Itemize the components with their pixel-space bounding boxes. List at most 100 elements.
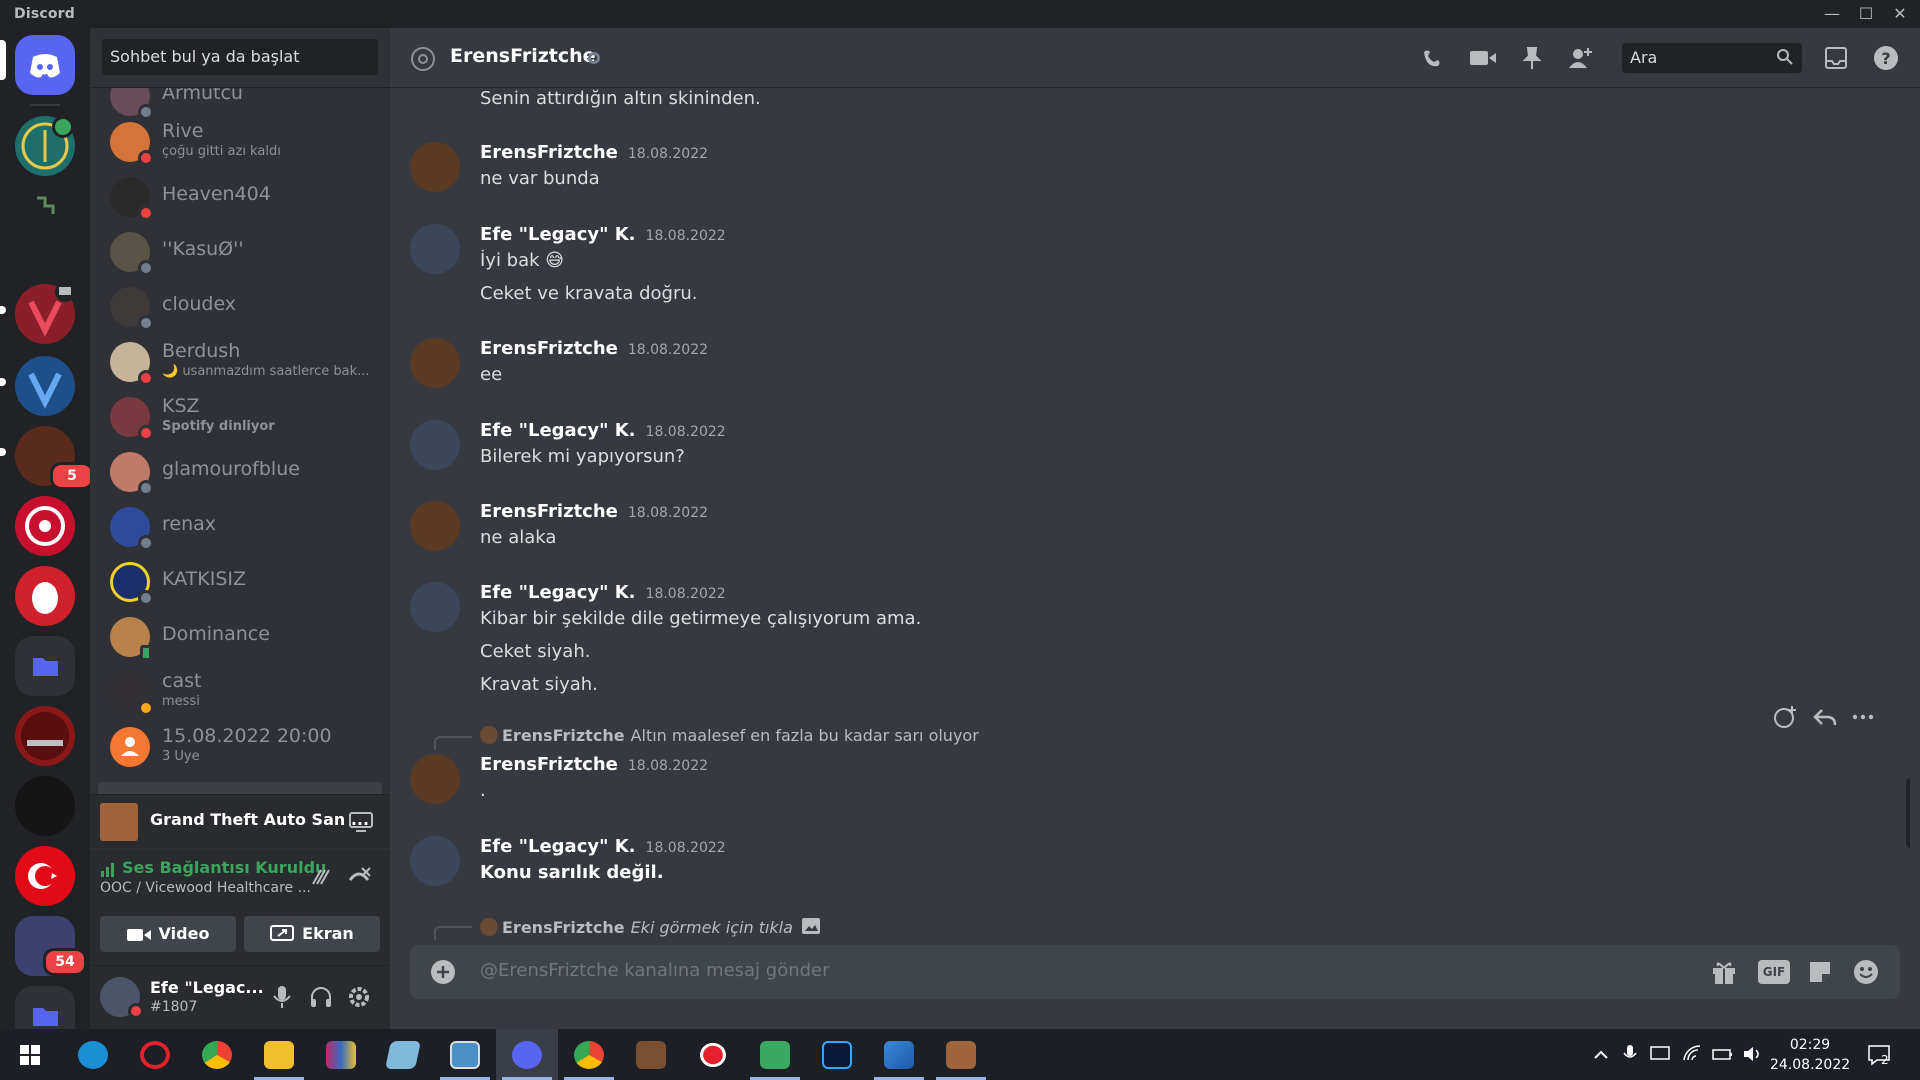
opera-taskbar-icon[interactable]	[124, 1029, 186, 1080]
reply-icon[interactable]	[1812, 704, 1838, 730]
dm-item[interactable]: Berdush 🌙 usanmazdım saatlerce bak...	[98, 336, 382, 388]
author-name[interactable]: Efe "Legacy" K.	[480, 836, 636, 857]
video-call-icon[interactable]	[1468, 44, 1496, 72]
attach-plus-icon[interactable]	[430, 959, 456, 985]
dm-item[interactable]: Heaven404	[98, 171, 382, 223]
server-flag[interactable]	[15, 846, 75, 906]
dm-item[interactable]: Rive çoğu gitti azı kaldı	[98, 116, 382, 168]
app-taskbar-icon[interactable]	[434, 1029, 496, 1080]
recorder-taskbar-icon[interactable]	[682, 1029, 744, 1080]
voice-call-icon[interactable]	[1418, 44, 1446, 72]
home-button[interactable]	[15, 35, 75, 95]
dm-item[interactable]: glamourofblue	[98, 446, 382, 498]
reply-preview[interactable]: ErensFriztche Eki görmek için tıkla	[480, 916, 821, 937]
help-icon[interactable]: ?	[1872, 44, 1900, 72]
tray-display-icon[interactable]	[1650, 1044, 1670, 1064]
settings-gear-icon[interactable]	[346, 984, 372, 1010]
gif-button[interactable]: GIF	[1758, 960, 1790, 984]
dm-search-input[interactable]: Sohbet bul ya da başlat	[102, 39, 378, 75]
author-name[interactable]: Efe "Legacy" K.	[480, 224, 636, 245]
dm-item[interactable]: cloudex	[98, 281, 382, 333]
maximize-button[interactable]: ☐	[1850, 2, 1882, 26]
dm-item[interactable]: Dominance	[98, 611, 382, 663]
timestamp: 18.08.2022	[645, 424, 726, 440]
server-turkiye[interactable]	[15, 706, 75, 766]
dm-item[interactable]: ''KasuØ''	[98, 226, 382, 278]
sticker-icon[interactable]	[1806, 958, 1834, 986]
discord-taskbar-icon[interactable]	[496, 1029, 558, 1080]
edge-taskbar-icon[interactable]	[62, 1029, 124, 1080]
minimize-button[interactable]: —	[1816, 2, 1848, 26]
chrome-profile-taskbar-icon[interactable]	[558, 1029, 620, 1080]
game-taskbar-icon[interactable]	[620, 1029, 682, 1080]
voice-status[interactable]: Ses Bağlantısı Kuruldu	[122, 858, 326, 877]
message-composer[interactable]: @ErensFriztche kanalına mesaj gönder GIF	[410, 945, 1900, 999]
dm-item[interactable]: renax	[98, 501, 382, 553]
server-folder[interactable]	[15, 636, 75, 696]
gift-icon[interactable]	[1710, 958, 1738, 986]
winrar-taskbar-icon[interactable]	[310, 1029, 372, 1080]
photos-taskbar-icon[interactable]	[868, 1029, 930, 1080]
photoshop-taskbar-icon[interactable]	[806, 1029, 868, 1080]
close-button[interactable]: ✕	[1884, 2, 1916, 26]
server-dark[interactable]	[15, 176, 75, 236]
tray-volume-icon[interactable]	[1742, 1044, 1764, 1064]
notepad-taskbar-icon[interactable]	[372, 1029, 434, 1080]
system-clock[interactable]: 02:29 24.08.2022	[1770, 1035, 1850, 1075]
video-button[interactable]: Video	[100, 916, 236, 952]
scrollbar-thumb[interactable]	[1906, 778, 1910, 848]
dm-item[interactable]: KSZ Spotify dinliyor	[98, 391, 382, 443]
noise-suppression-icon[interactable]	[308, 864, 334, 890]
chrome-taskbar-icon[interactable]	[186, 1029, 248, 1080]
tray-battery-icon[interactable]	[1712, 1045, 1734, 1063]
headphones-icon[interactable]	[308, 984, 334, 1010]
file-explorer-taskbar-icon[interactable]	[248, 1029, 310, 1080]
message-text: Konu sarılık değil.	[480, 862, 664, 883]
server-mask[interactable]	[15, 566, 75, 626]
message-avatar[interactable]	[410, 420, 460, 470]
message-avatar[interactable]	[410, 836, 460, 886]
editor-taskbar-icon[interactable]	[744, 1029, 806, 1080]
server-blue[interactable]	[15, 356, 75, 416]
server-emblem[interactable]	[15, 496, 75, 556]
message-avatar[interactable]	[410, 338, 460, 388]
gta-taskbar-icon[interactable]	[930, 1029, 992, 1080]
tray-overflow-icon[interactable]	[1592, 1046, 1610, 1064]
author-name[interactable]: Efe "Legacy" K.	[480, 420, 636, 441]
start-button[interactable]	[0, 1029, 62, 1080]
server-black[interactable]	[15, 776, 75, 836]
reply-preview[interactable]: ErensFriztche Altın maalesef en fazla bu …	[480, 726, 979, 745]
message-avatar[interactable]	[410, 754, 460, 804]
tray-wifi-icon[interactable]	[1682, 1044, 1702, 1064]
voice-channel[interactable]: OOC / Vicewood Healthcare ...	[100, 880, 311, 896]
tray-microphone-icon[interactable]	[1622, 1043, 1638, 1065]
more-options-icon[interactable]	[1850, 704, 1876, 730]
inbox-icon[interactable]	[1822, 44, 1850, 72]
add-friend-icon[interactable]	[1566, 44, 1594, 72]
dm-name: Rive	[162, 120, 204, 142]
stream-game-icon[interactable]	[348, 809, 374, 835]
dm-item[interactable]: KATKISIZ	[98, 556, 382, 608]
author-name[interactable]: ErensFriztche	[480, 754, 618, 775]
dm-item-partial[interactable]	[98, 782, 382, 794]
author-name[interactable]: ErensFriztche	[480, 501, 618, 522]
microphone-icon[interactable]	[270, 984, 294, 1010]
author-name[interactable]: Efe "Legacy" K.	[480, 582, 636, 603]
notification-center-icon[interactable]: 2	[1866, 1042, 1892, 1068]
dm-group-item[interactable]: 15.08.2022 20:00 3 Üye	[98, 721, 382, 773]
pin-icon[interactable]	[1518, 44, 1546, 72]
message-avatar[interactable]	[410, 501, 460, 551]
message-avatar[interactable]	[410, 142, 460, 192]
author-name[interactable]: ErensFriztche	[480, 142, 618, 163]
emoji-icon[interactable]	[1852, 958, 1880, 986]
user-tag: #1807	[150, 999, 198, 1015]
add-reaction-icon[interactable]	[1772, 704, 1798, 730]
search-input[interactable]: Ara	[1622, 43, 1802, 73]
status-idle	[138, 700, 154, 716]
screen-share-button[interactable]: Ekran	[244, 916, 380, 952]
disconnect-icon[interactable]	[346, 864, 372, 890]
message-avatar[interactable]	[410, 582, 460, 632]
message-avatar[interactable]	[410, 224, 460, 274]
dm-item[interactable]: cast messi	[98, 666, 382, 718]
author-name[interactable]: ErensFriztche	[480, 338, 618, 359]
